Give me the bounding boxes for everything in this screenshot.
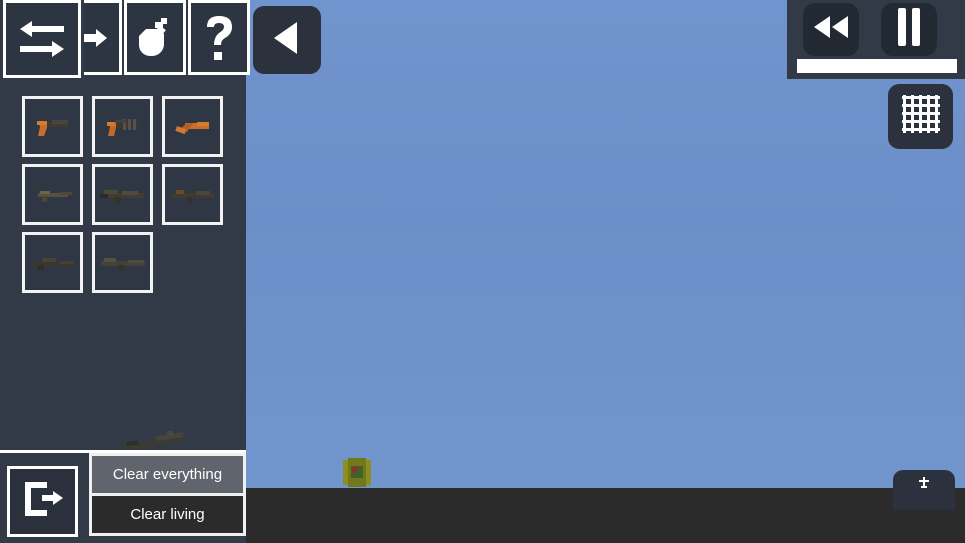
swap-tool-button[interactable]: [3, 0, 81, 78]
playback-buttons: [803, 3, 937, 56]
playback-panel: [787, 0, 965, 79]
machine-pistol-icon: [99, 113, 147, 141]
timeline-slider[interactable]: [797, 59, 957, 73]
back-triangle-icon: [270, 20, 304, 61]
rewind-icon: [812, 14, 850, 45]
weapon-slot-3[interactable]: [162, 96, 223, 157]
help-tool-button[interactable]: [188, 0, 250, 75]
carbine-icon: [168, 184, 218, 206]
rewind-button[interactable]: [803, 3, 859, 56]
anchor-icon: [917, 476, 931, 495]
exit-door-icon: [20, 478, 66, 525]
pause-icon: [896, 7, 922, 52]
back-button[interactable]: [253, 6, 321, 74]
grid-toggle-button[interactable]: [888, 84, 953, 149]
grenade-icon: [134, 15, 176, 61]
exit-button[interactable]: [7, 466, 78, 537]
pause-button[interactable]: [881, 3, 937, 56]
next-tool-button[interactable]: [84, 0, 122, 75]
pistol-icon: [30, 113, 76, 141]
clear-living-button[interactable]: Clear living: [92, 496, 243, 533]
weapon-slot-7[interactable]: [22, 232, 83, 293]
grid-icon: [900, 93, 942, 140]
arrow-right-icon: [84, 22, 110, 54]
clear-everything-button[interactable]: Clear everything: [92, 456, 243, 493]
weapon-slot-6[interactable]: [162, 164, 223, 225]
weapon-slot-4[interactable]: [22, 164, 83, 225]
left-sidebar: Clear everything Clear living: [0, 0, 250, 543]
grenade-tool-button[interactable]: [124, 0, 186, 75]
weapon-slot-2[interactable]: [92, 96, 153, 157]
smg-icon: [30, 184, 76, 206]
spawn-point-button[interactable]: [893, 470, 955, 510]
crate-icon[interactable]: [341, 456, 373, 488]
sidebar-toolbar: [0, 0, 250, 78]
swap-arrows-icon: [16, 18, 68, 60]
timeline-progress: [797, 59, 957, 73]
assault-rifle-icon: [98, 183, 148, 207]
sniper-rifle-icon: [28, 253, 78, 273]
weapon-slot-1[interactable]: [22, 96, 83, 157]
weapon-slot-5[interactable]: [92, 164, 153, 225]
question-mark-icon: [202, 14, 236, 62]
game-screen: Clear everything Clear living: [0, 0, 965, 543]
weapon-slot-8[interactable]: [92, 232, 153, 293]
sawed-off-icon: [171, 114, 215, 140]
battle-rifle-icon: [98, 253, 148, 273]
weapon-grid: [22, 96, 240, 293]
clear-actions-panel: Clear everything Clear living: [89, 453, 246, 536]
